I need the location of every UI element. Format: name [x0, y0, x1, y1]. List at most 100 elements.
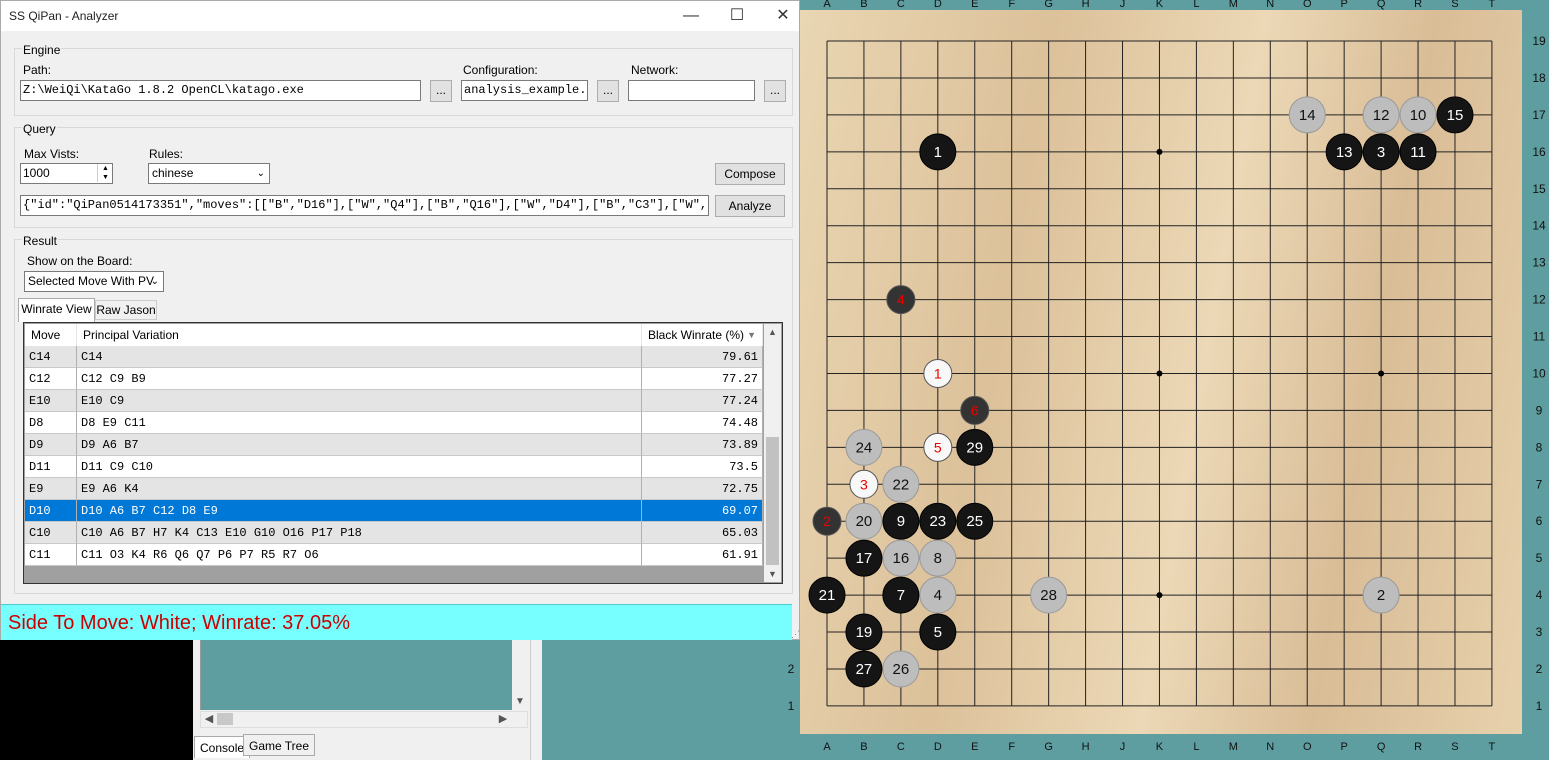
scroll-left-icon[interactable]: ◀ [202, 711, 216, 727]
row-label: 10 [1532, 366, 1546, 380]
column-label: S [1451, 741, 1458, 753]
column-label: H [1082, 741, 1090, 753]
path-browse-button[interactable]: ... [430, 80, 452, 102]
column-label: Q [1377, 741, 1386, 753]
row-label: 13 [1532, 256, 1546, 270]
column-header-move[interactable]: Move [25, 324, 77, 346]
row-label: 6 [1536, 514, 1543, 528]
network-input[interactable] [628, 80, 755, 101]
analyze-button[interactable]: Analyze [715, 195, 785, 217]
scroll-thumb[interactable] [217, 713, 233, 725]
scroll-down-icon[interactable]: ▼ [764, 566, 781, 582]
scroll-down-icon[interactable]: ▼ [512, 694, 528, 710]
table-row[interactable]: C12 C12 C9 B9 77.27 [25, 368, 763, 390]
row-label: 2 [1536, 662, 1543, 676]
column-label: R [1414, 741, 1422, 753]
show-on-board-label: Show on the Board: [27, 254, 133, 268]
column-label: G [1044, 0, 1053, 10]
console-output[interactable] [200, 640, 513, 710]
row-label: 3 [1536, 625, 1543, 639]
column-label: D [934, 741, 942, 753]
row-label: 14 [1532, 219, 1546, 233]
column-header-winrate-label: Black Winrate (%) [648, 328, 745, 342]
maximize-icon[interactable]: ☐ [714, 3, 760, 29]
table-scroll-thumb[interactable] [766, 437, 779, 565]
cell-winrate: 69.07 [642, 500, 763, 522]
scroll-right-icon[interactable]: ▶ [496, 711, 510, 727]
splitter[interactable] [530, 640, 542, 760]
column-label: B [860, 741, 867, 753]
close-icon[interactable]: ✕ [760, 3, 806, 29]
column-label: O [1303, 741, 1312, 753]
column-label: M [1229, 741, 1238, 753]
rules-label: Rules: [149, 147, 184, 161]
table-row[interactable]: D10 D10 A6 B7 C12 D8 E9 69.07 [25, 500, 763, 522]
spin-up-icon[interactable]: ▲ [97, 164, 113, 173]
query-input[interactable]: {"id":"QiPan0514173351","moves":[["B","D… [20, 195, 709, 216]
tab-console[interactable]: Console [194, 736, 251, 758]
resize-grip-icon[interactable]: ⋰ [791, 629, 800, 640]
compose-button[interactable]: Compose [715, 163, 785, 185]
column-header-winrate[interactable]: Black Winrate (%) ▼ [642, 324, 763, 346]
tab-game-tree[interactable]: Game Tree [243, 734, 316, 756]
show-on-board-select[interactable]: Selected Move With PV ⌄ [24, 271, 164, 292]
column-label: D [934, 0, 942, 10]
title-bar[interactable]: SS QiPan - Analyzer — ☐ ✕ [1, 1, 799, 31]
cell-pv: C11 O3 K4 R6 Q6 Q7 P6 P7 R5 R7 O6 [77, 544, 642, 566]
column-label: C [897, 0, 905, 10]
configuration-browse-button[interactable]: ... [597, 80, 619, 102]
column-label: T [1489, 741, 1496, 753]
table-row[interactable]: D8 D8 E9 C11 74.48 [25, 412, 763, 434]
minimize-icon[interactable]: — [668, 3, 714, 29]
cell-winrate: 77.24 [642, 390, 763, 412]
cell-winrate: 77.27 [642, 368, 763, 390]
column-label: E [971, 741, 978, 753]
cell-move: C12 [25, 368, 77, 390]
cell-pv: D8 E9 C11 [77, 412, 642, 434]
cell-move: D8 [25, 412, 77, 434]
column-label: S [1451, 0, 1458, 10]
cell-winrate: 73.89 [642, 434, 763, 456]
row-label: 12 [1532, 293, 1546, 307]
console-horizontal-scrollbar[interactable] [200, 711, 528, 728]
column-label: P [1340, 741, 1347, 753]
cell-pv: C12 C9 B9 [77, 368, 642, 390]
column-header-pv[interactable]: Principal Variation [77, 324, 642, 346]
table-row[interactable]: E9 E9 A6 K4 72.75 [25, 478, 763, 500]
network-label: Network: [631, 63, 679, 77]
tab-raw-jason[interactable]: Raw Jason [95, 300, 157, 320]
background-area [0, 640, 193, 760]
column-label: A [823, 741, 831, 753]
network-browse-button[interactable]: ... [764, 80, 786, 102]
analyzer-window: SS QiPan - Analyzer — ☐ ✕ Engine Path: Z… [0, 0, 800, 640]
scroll-up-icon[interactable]: ▲ [764, 324, 781, 340]
board-coordinates: AABBCCDDEEFFGGHHJJKKLLMMNNOOPPQQRRSSTT11… [788, 0, 1546, 753]
cell-move: C11 [25, 544, 77, 566]
status-bar: Side To Move: White; Winrate: 37.05% [1, 604, 792, 640]
table-row[interactable]: C10 C10 A6 B7 H7 K4 C13 E10 G10 O16 P17 P… [25, 522, 763, 544]
rules-select[interactable]: chinese ⌄ [148, 163, 270, 184]
path-label: Path: [23, 63, 52, 77]
path-input[interactable]: Z:\WeiQi\KataGo 1.8.2 OpenCL\katago.exe [20, 80, 421, 101]
column-label: N [1266, 0, 1274, 10]
spin-down-icon[interactable]: ▼ [97, 173, 113, 182]
tab-winrate-view[interactable]: Winrate View [18, 298, 95, 322]
winrate-table[interactable]: Move Principal Variation Black Winrate (… [23, 322, 783, 584]
table-row[interactable]: D11 D11 C9 C10 73.5 [25, 456, 763, 478]
table-row[interactable]: D9 D9 A6 B7 73.89 [25, 434, 763, 456]
chevron-down-icon: ⌄ [256, 168, 265, 179]
row-label: 2 [788, 662, 795, 676]
cell-pv: C10 A6 B7 H7 K4 C13 E10 G10 O16 P17 P18 [77, 522, 642, 544]
table-row[interactable]: C11 C11 O3 K4 R6 Q6 Q7 P6 P7 R5 R7 O6 61.9… [25, 544, 763, 566]
cell-pv: E10 C9 [77, 390, 642, 412]
column-label: T [1489, 0, 1496, 10]
table-row[interactable]: E10 E10 C9 77.24 [25, 390, 763, 412]
configuration-input[interactable]: analysis_example.cfg [461, 80, 588, 101]
row-label: 16 [1532, 145, 1546, 159]
table-row[interactable]: C14 C14 79.61 [25, 346, 763, 368]
query-group-label: Query [22, 122, 57, 136]
column-label: G [1044, 741, 1053, 753]
status-text: Side To Move: White; Winrate: 37.05% [8, 612, 351, 634]
column-label: M [1229, 0, 1238, 10]
column-label: P [1340, 0, 1347, 10]
